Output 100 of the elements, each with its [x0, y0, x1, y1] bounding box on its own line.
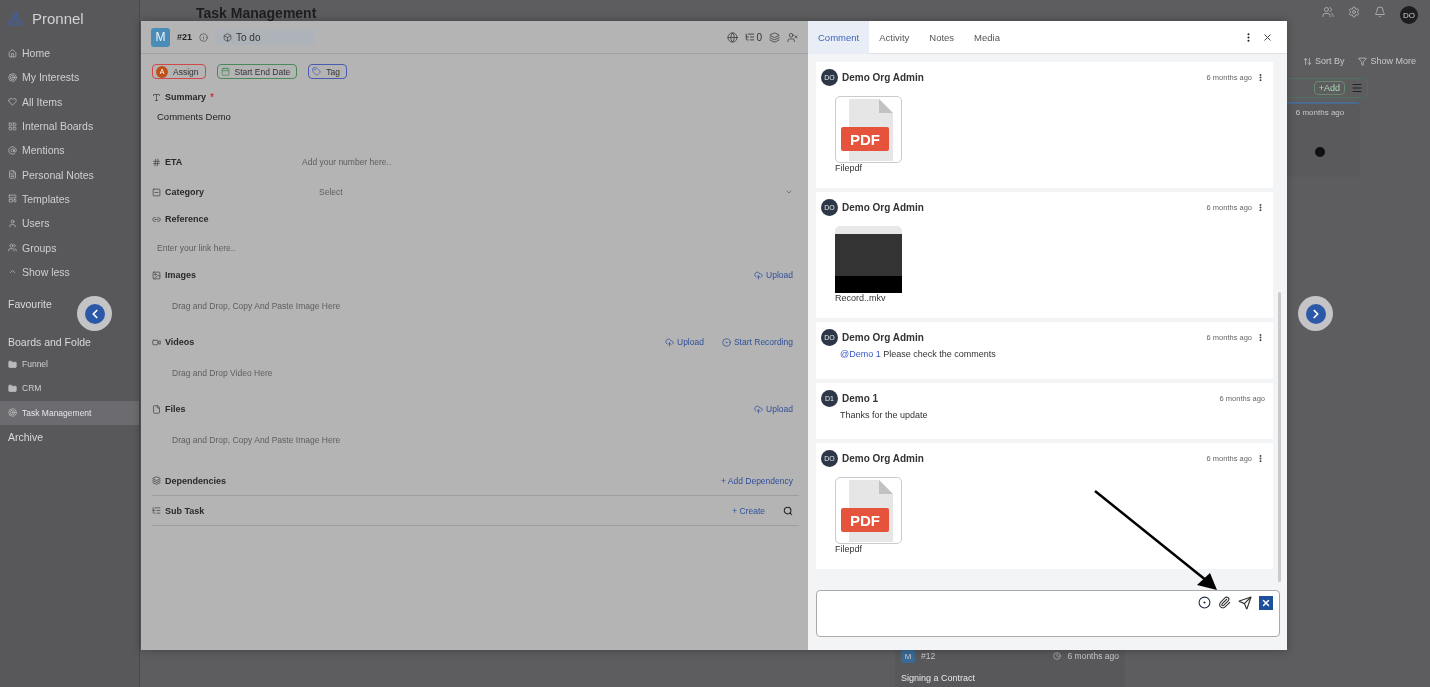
record-icon	[721, 337, 731, 347]
reference-field[interactable]: Enter your link here..	[157, 243, 236, 253]
panel-tab[interactable]: Media	[964, 20, 1010, 54]
file-name: Record..mkv	[835, 293, 887, 303]
sidebar-item[interactable]: Funnel	[0, 351, 139, 377]
close-icon	[1261, 598, 1271, 608]
globe-icon[interactable]	[727, 31, 739, 43]
field-label: ETA	[165, 157, 183, 167]
video-icon	[152, 337, 161, 347]
logo-icon	[8, 11, 22, 26]
tag-icon	[312, 67, 322, 76]
clock-icon	[1053, 652, 1062, 660]
drop-zone[interactable]: Drag and Drop, Copy And Paste Image Here	[172, 301, 341, 311]
comment-input[interactable]	[816, 590, 1280, 637]
home-icon	[8, 48, 17, 58]
category-select[interactable]: Select	[319, 187, 343, 197]
sidebar-item[interactable]: CRM	[0, 376, 139, 401]
scrollbar[interactable]	[1278, 292, 1281, 582]
folder-icon	[8, 383, 17, 393]
sidebar-item[interactable]: Internal Boards	[0, 113, 139, 139]
comment-text: Thanks for the update	[840, 410, 929, 420]
field-label: Videos	[165, 337, 195, 347]
upload-button[interactable]: Upload	[665, 337, 704, 347]
panel-tab[interactable]: Activity	[869, 20, 920, 54]
card-title: Signing a Contract	[901, 673, 977, 683]
send-icon[interactable]	[1238, 596, 1252, 610]
tag-chip[interactable]: Tag	[308, 64, 347, 79]
calendar-icon	[220, 67, 230, 76]
layers-icon	[152, 476, 161, 485]
sidebar-item[interactable]: Home	[0, 41, 139, 66]
sidebar-item[interactable]: All Items	[0, 89, 139, 114]
pdf-file-icon[interactable]: PDF	[835, 477, 902, 544]
toolbar-button[interactable]: Sort By	[1302, 48, 1345, 74]
upload-button[interactable]: Upload	[754, 270, 793, 280]
settings-icon[interactable]	[1348, 6, 1360, 18]
panel-tab[interactable]: Comment	[808, 20, 870, 54]
search-icon[interactable]	[783, 505, 793, 516]
add-button[interactable]: +Add	[1313, 81, 1345, 95]
target-icon	[8, 72, 17, 82]
tree-icon	[745, 32, 756, 42]
paperclip-icon[interactable]	[1218, 596, 1231, 609]
date-chip[interactable]: Start End Date	[216, 64, 298, 79]
more-icon[interactable]	[1256, 333, 1265, 342]
image-icon	[152, 270, 161, 280]
more-icon[interactable]	[1256, 454, 1265, 463]
file-icon	[152, 404, 161, 414]
sidebar-item[interactable]: Task Management	[0, 400, 139, 425]
info-icon[interactable]	[199, 32, 209, 42]
upload-button[interactable]: Upload	[754, 404, 793, 414]
record-button[interactable]: Start Recording	[721, 337, 793, 347]
sidebar-item[interactable]: Users	[0, 211, 139, 236]
field-label: Sub Task	[165, 505, 205, 516]
layers-icon[interactable]	[769, 31, 780, 43]
next-button[interactable]	[1298, 296, 1333, 331]
item-badge: M	[151, 27, 170, 47]
close-icon[interactable]	[1262, 31, 1273, 43]
mention-link[interactable]: @Demo 1	[840, 349, 881, 359]
menu-icon[interactable]	[1351, 82, 1363, 94]
more-icon[interactable]	[1256, 73, 1265, 82]
cube-icon	[223, 32, 233, 42]
filter-icon	[1358, 56, 1368, 66]
show-less-toggle[interactable]: Show less	[0, 259, 139, 284]
record-icon[interactable]	[1198, 596, 1211, 609]
sidebar-item[interactable]: Groups	[0, 235, 139, 260]
toolbar-button[interactable]: Show More	[1358, 48, 1416, 74]
sidebar-section-title: Boards and Folde	[7, 334, 92, 350]
add-button[interactable]: + Create	[732, 505, 765, 516]
cloud-upload-icon	[754, 270, 764, 280]
more-icon[interactable]	[1256, 203, 1265, 212]
video-thumbnail-placeholder[interactable]	[835, 226, 902, 293]
bell-icon[interactable]	[1374, 6, 1386, 18]
card-time: 6 months ago	[1295, 108, 1345, 117]
drop-zone[interactable]: Drag and Drop, Copy And Paste Image Here	[172, 435, 341, 445]
field-label: Summary	[165, 92, 207, 102]
sidebar-item[interactable]: Personal Notes	[0, 162, 139, 187]
status-dropdown[interactable]: To do	[215, 29, 316, 45]
at-sign-icon	[8, 145, 17, 155]
sidebar-item[interactable]: My Interests	[0, 65, 139, 90]
page-title: Task Management	[196, 6, 317, 20]
pdf-file-icon[interactable]: PDF	[835, 96, 902, 163]
drop-zone[interactable]: Drag and Drop Video Here	[172, 368, 273, 378]
heart-icon	[8, 97, 17, 107]
status-dot-icon	[1315, 147, 1325, 157]
sidebar-item[interactable]: Templates	[0, 186, 139, 212]
square-icon	[152, 187, 161, 197]
close-button[interactable]	[1259, 596, 1273, 610]
eta-field[interactable]: Add your number here..	[302, 157, 392, 167]
summary-field[interactable]: Comments Demo	[152, 105, 799, 141]
user-remove-icon[interactable]	[787, 31, 798, 43]
user-avatar[interactable]: DO	[1400, 6, 1418, 24]
panel-tab[interactable]: Notes	[919, 20, 965, 54]
tree-icon	[152, 506, 161, 515]
watchers-count[interactable]: 0	[745, 31, 762, 43]
team-icon[interactable]	[1322, 6, 1334, 18]
brand-name: Pronnel	[32, 10, 84, 27]
sidebar-item[interactable]: Mentions	[0, 138, 139, 163]
required-mark: *	[210, 91, 214, 103]
add-button[interactable]: + Add Dependency	[720, 475, 793, 486]
comment-author: Demo Org Admin	[842, 453, 924, 464]
template-icon	[8, 194, 17, 204]
